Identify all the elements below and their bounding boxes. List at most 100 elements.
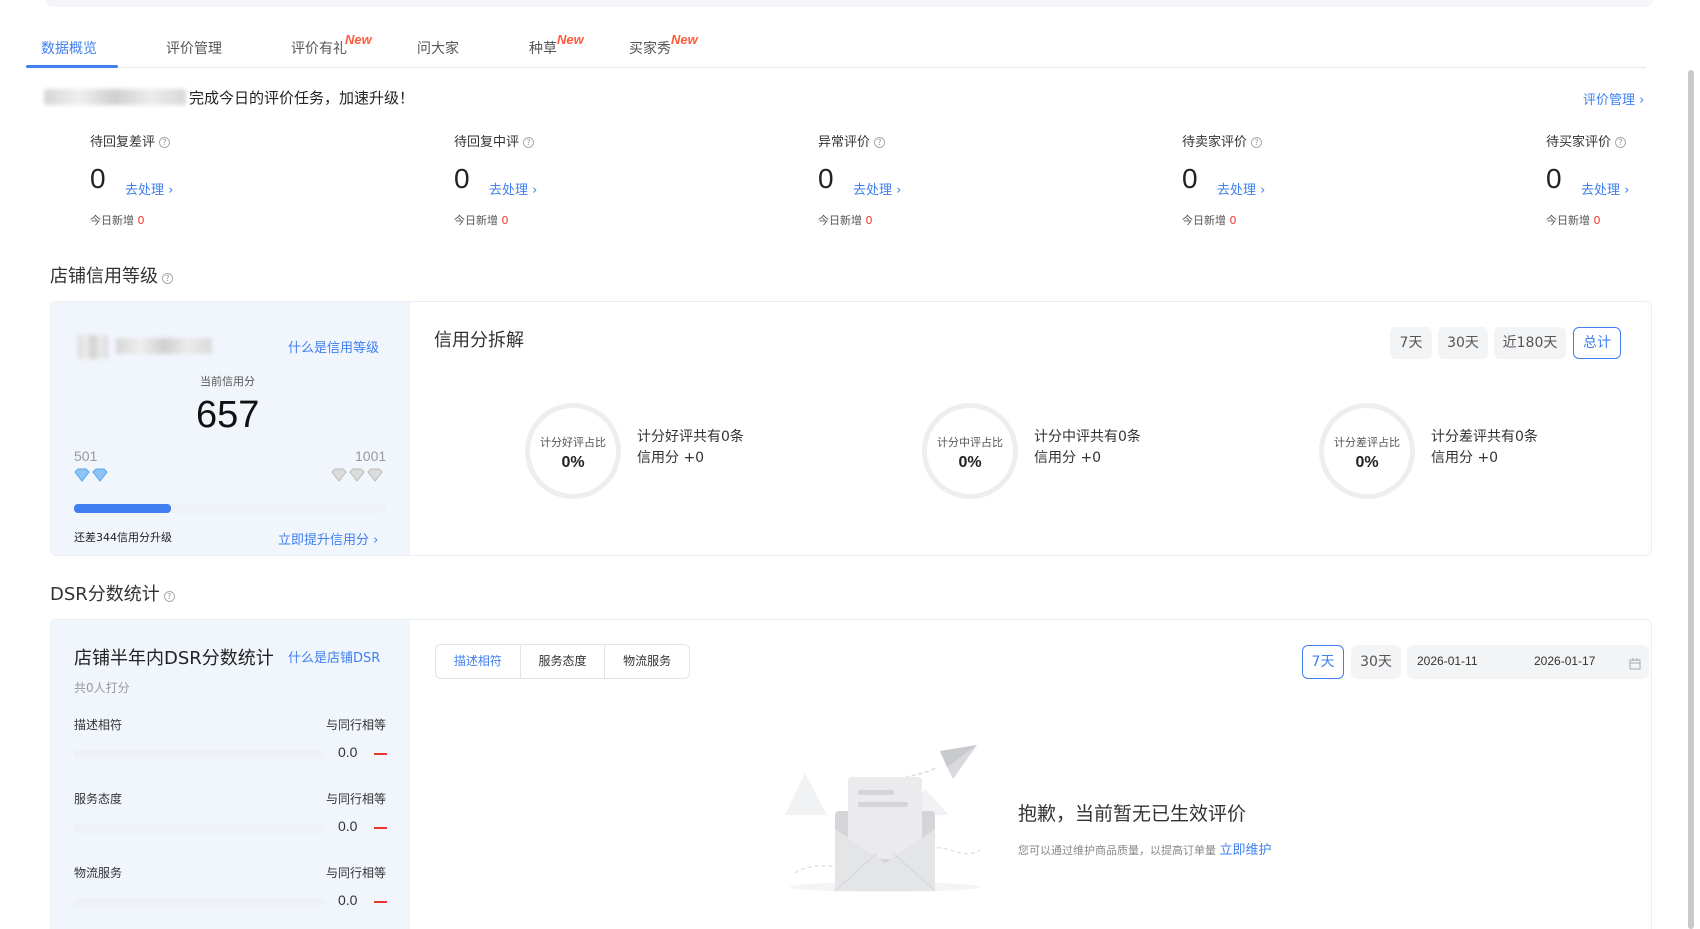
dsr-row-label: 物流服务 xyxy=(74,866,123,880)
blurred-level-name xyxy=(116,338,212,354)
help-icon[interactable]: ? xyxy=(1251,137,1263,148)
tab-review-manage[interactable]: 评价管理 xyxy=(166,38,222,58)
what-is-credit-link[interactable]: 什么是信用等级 xyxy=(288,337,379,356)
stat-today-value: 0 xyxy=(1229,214,1237,227)
stat-today-value: 0 xyxy=(501,214,509,227)
dsr-range-7d-button[interactable]: 7天 xyxy=(1302,645,1344,679)
range-30d-button[interactable]: 30天 xyxy=(1438,327,1488,359)
maintain-now-link[interactable]: 立即维护 xyxy=(1220,843,1272,858)
help-icon[interactable]: ? xyxy=(162,273,173,284)
stat-today: 今日新增 0 xyxy=(1182,214,1237,227)
tab-overview[interactable]: 数据概览 xyxy=(41,38,97,58)
dsr-row-compare: 与同行相等 xyxy=(326,792,387,806)
stat-label: 待卖家评价? xyxy=(1182,131,1263,150)
stat-action-link[interactable]: 去处理 › xyxy=(125,179,173,198)
ring-detail-count: 计分中评共有0条 xyxy=(1034,429,1141,445)
ring-detail-score: 信用分 +0 xyxy=(637,450,705,466)
stat-value: 0 xyxy=(90,163,106,194)
diamond-icon-group xyxy=(74,467,110,486)
range-7d-button[interactable]: 7天 xyxy=(1390,327,1432,359)
stat-action-link[interactable]: 去处理 › xyxy=(1581,179,1629,198)
empty-mail-illustration xyxy=(785,745,995,899)
credit-progress-fill xyxy=(74,504,171,513)
tab-review-gift[interactable]: 评价有礼 New xyxy=(291,32,372,58)
banner-text: 完成今日的评价任务，加速升级！ xyxy=(189,89,415,107)
ring-detail: 计分差评共有0条 信用分 +0 xyxy=(1431,427,1538,469)
help-icon[interactable]: ? xyxy=(523,137,535,148)
ring-label: 计分差评占比 xyxy=(1334,436,1400,449)
new-badge: New xyxy=(671,32,698,47)
current-credit-value: 657 xyxy=(196,394,260,436)
dsr-row-value: 0.0 xyxy=(338,818,358,834)
upgrade-text: 还差344信用分升级 xyxy=(74,531,172,544)
dsr-tab-description[interactable]: 描述相符 xyxy=(436,645,521,678)
dsr-segment-control: 描述相符 服务态度 物流服务 xyxy=(435,644,690,679)
dsr-row-bar xyxy=(74,824,324,833)
dsr-row-compare: 与同行相等 xyxy=(326,866,387,880)
ratio-ring: 计分好评占比 0% xyxy=(525,403,621,499)
dsr-tab-service[interactable]: 服务态度 xyxy=(521,645,606,678)
date-end: 2026-01-17 xyxy=(1534,654,1596,668)
ring-detail-count: 计分好评共有0条 xyxy=(637,429,744,445)
avatar xyxy=(78,335,108,359)
stat-today: 今日新增 0 xyxy=(818,214,873,227)
boost-credit-link[interactable]: 立即提升信用分 › xyxy=(278,529,378,548)
stat-action-link[interactable]: 去处理 › xyxy=(853,179,901,198)
new-badge: New xyxy=(557,32,584,47)
stat-label: 待回复差评? xyxy=(90,131,171,150)
what-is-dsr-link[interactable]: 什么是店铺DSR xyxy=(288,647,380,666)
ring-value: 0% xyxy=(958,454,982,471)
review-manage-link[interactable]: 评价管理 › xyxy=(1583,89,1644,108)
dsr-tab-logistics[interactable]: 物流服务 xyxy=(605,645,689,678)
tab-bar: 数据概览 评价管理 评价有礼 New 问大家 种草 New 买家秀 New xyxy=(26,30,1646,68)
ring-detail-score: 信用分 +0 xyxy=(1431,450,1499,466)
range-total-button[interactable]: 总计 xyxy=(1573,327,1621,359)
credit-min: 501 xyxy=(74,448,98,464)
stat-today: 今日新增 0 xyxy=(454,214,509,227)
top-bar xyxy=(46,0,1653,7)
dsr-flat-indicator xyxy=(374,753,387,755)
stat-action-link[interactable]: 去处理 › xyxy=(489,179,537,198)
tab-ask-everyone[interactable]: 问大家 xyxy=(417,38,459,58)
tab-buyer-show[interactable]: 买家秀 New xyxy=(629,32,698,58)
credit-section-title: 店铺信用等级? xyxy=(50,262,173,288)
dsr-row-value: 0.0 xyxy=(338,892,358,908)
empty-desc: 您可以通过维护商品质量，以提高订单量 立即维护 xyxy=(1018,843,1272,858)
help-icon[interactable]: ? xyxy=(874,137,886,148)
dsr-row-value: 0.0 xyxy=(338,744,358,760)
dsr-raters: 共0人打分 xyxy=(74,681,130,695)
stat-today: 今日新增 0 xyxy=(1546,214,1601,227)
stat-value: 0 xyxy=(1546,163,1562,194)
ring-detail-score: 信用分 +0 xyxy=(1034,450,1102,466)
stat-value: 0 xyxy=(1182,163,1198,194)
ring-detail-count: 计分差评共有0条 xyxy=(1431,429,1538,445)
stat-value: 0 xyxy=(818,163,834,194)
stat-label: 待回复中评? xyxy=(454,131,535,150)
dsr-range-30d-button[interactable]: 30天 xyxy=(1351,645,1401,679)
scrollbar[interactable] xyxy=(1688,70,1694,929)
ring-detail: 计分中评共有0条 信用分 +0 xyxy=(1034,427,1141,469)
credit-max: 1001 xyxy=(355,448,387,464)
tab-active-indicator xyxy=(26,65,118,68)
stat-today: 今日新增 0 xyxy=(90,214,145,227)
tab-seeding[interactable]: 种草 New xyxy=(529,32,584,58)
dsr-flat-indicator xyxy=(374,901,387,903)
ratio-ring: 计分差评占比 0% xyxy=(1319,403,1415,499)
help-icon[interactable]: ? xyxy=(159,137,171,148)
stat-action-link[interactable]: 去处理 › xyxy=(1217,179,1265,198)
help-icon[interactable]: ? xyxy=(163,591,175,602)
ring-value: 0% xyxy=(1355,454,1379,471)
stat-label: 待买家评价? xyxy=(1546,131,1627,150)
stat-today-value: 0 xyxy=(1593,214,1601,227)
dsr-row-compare: 与同行相等 xyxy=(326,718,387,732)
dsr-flat-indicator xyxy=(374,827,387,829)
stat-today-value: 0 xyxy=(865,214,873,227)
help-icon[interactable]: ? xyxy=(1615,137,1627,148)
dsr-row-bar xyxy=(74,898,324,907)
ring-detail: 计分好评共有0条 信用分 +0 xyxy=(637,427,744,469)
dsr-card-title: 店铺半年内DSR分数统计 xyxy=(74,648,274,669)
range-180d-button[interactable]: 近180天 xyxy=(1494,327,1566,359)
date-range-picker[interactable]: 2026-01-11 2026-01-17 xyxy=(1407,645,1649,679)
dsr-row-bar xyxy=(74,750,324,759)
date-start: 2026-01-11 xyxy=(1417,654,1478,668)
